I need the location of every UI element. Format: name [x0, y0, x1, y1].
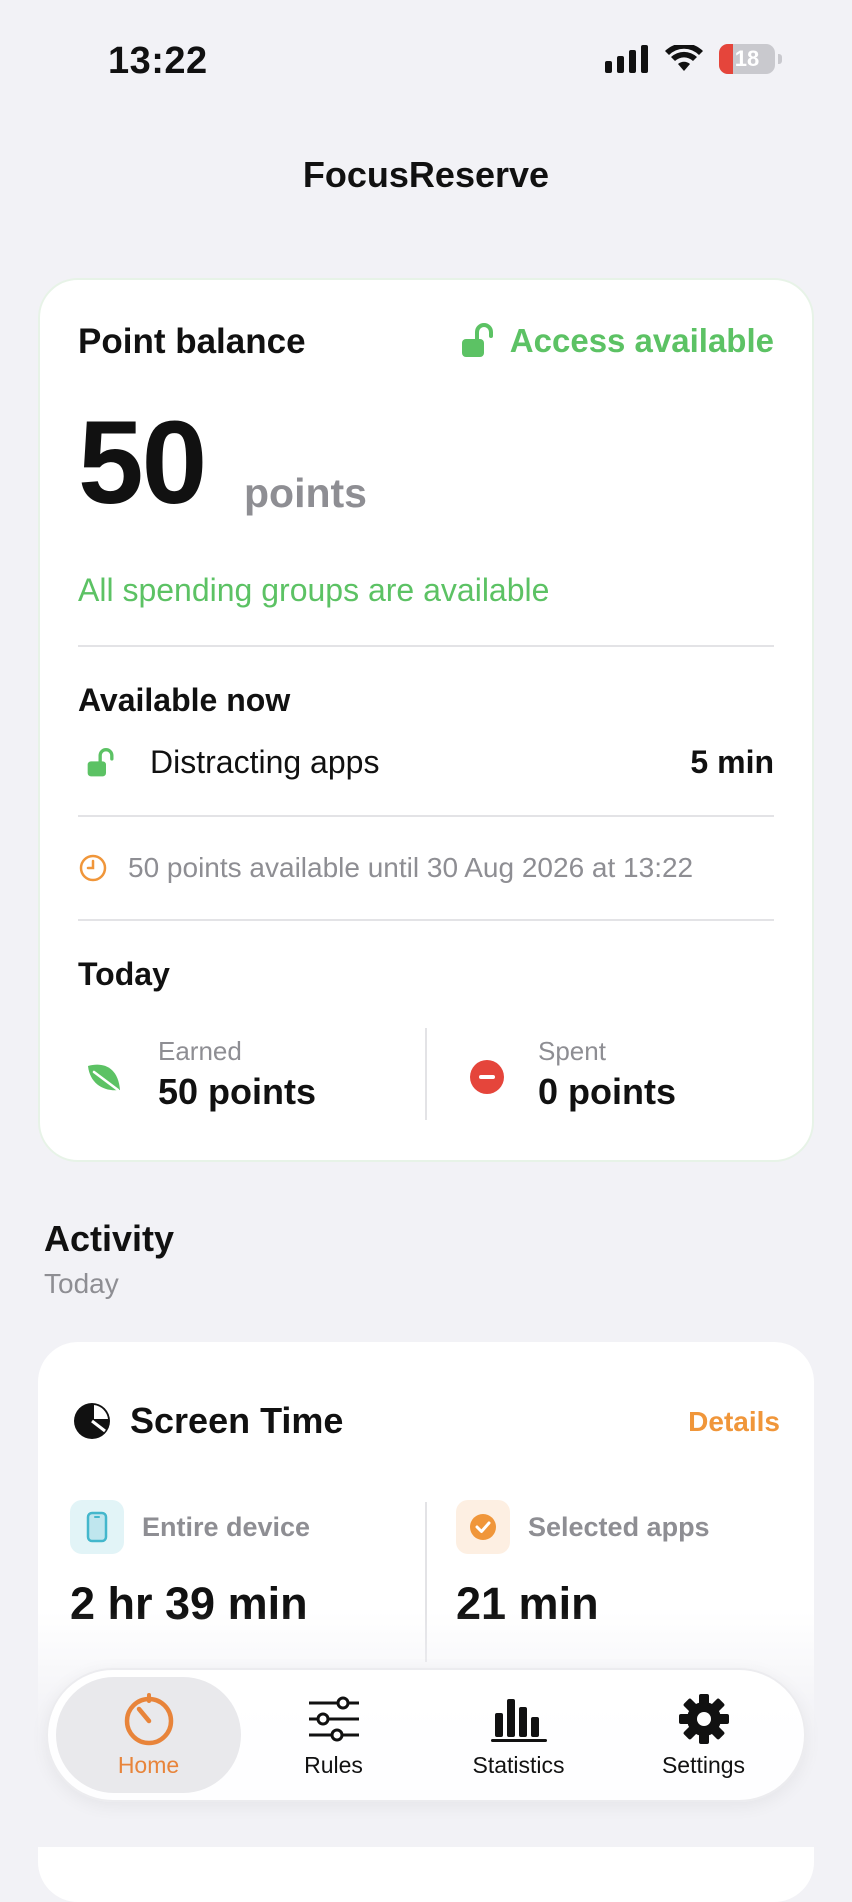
- spent-value: 0 points: [538, 1071, 677, 1112]
- available-item-distracting-apps[interactable]: Distracting apps 5 min: [86, 744, 774, 781]
- tab-home[interactable]: Home: [56, 1677, 241, 1793]
- selected-apps-label-row: Selected apps: [456, 1500, 710, 1554]
- divider: [78, 645, 774, 647]
- gear-icon: [678, 1693, 729, 1744]
- access-status: Access available: [460, 322, 774, 360]
- point-balance-title: Point balance: [78, 322, 306, 361]
- tab-home-label: Home: [117, 1751, 180, 1778]
- screen-time-header: Screen Time: [72, 1400, 343, 1442]
- entire-device-label: Entire device: [142, 1511, 311, 1542]
- wifi-icon: [665, 45, 703, 71]
- minus-circle-icon: [470, 1060, 504, 1094]
- spent-label: Spent: [538, 1036, 606, 1066]
- unlock-icon: [461, 323, 493, 357]
- activity-title: Activity: [44, 1218, 175, 1259]
- tab-statistics-label: Statistics: [472, 1751, 565, 1778]
- entire-device-label-row: Entire device: [70, 1500, 310, 1554]
- leaf-icon: [88, 1064, 120, 1092]
- tab-rules[interactable]: Rules: [241, 1677, 426, 1793]
- screen-time-title: Screen Time: [130, 1400, 344, 1441]
- available-item-duration: 5 min: [690, 744, 774, 780]
- check-circle-icon: [456, 1500, 510, 1554]
- battery-level: 18: [734, 46, 760, 71]
- tab-rules-label: Rules: [304, 1751, 363, 1778]
- today-title: Today: [78, 956, 170, 992]
- divider: [78, 815, 774, 817]
- earned-stat: Earned 50 points: [84, 1036, 316, 1113]
- divider: [78, 919, 774, 921]
- cellular-signal-icon: [605, 45, 648, 73]
- battery-icon: 18: [719, 44, 775, 74]
- tab-statistics[interactable]: Statistics: [426, 1677, 611, 1793]
- activity-subtitle: Today: [44, 1268, 119, 1299]
- access-status-label: Access available: [509, 322, 774, 359]
- earned-value: 50 points: [158, 1071, 317, 1112]
- expiry-note: 50 points available until 30 Aug 2026 at…: [78, 852, 693, 884]
- selected-apps-label: Selected apps: [528, 1511, 710, 1542]
- clock-icon: [79, 854, 107, 882]
- pie-chart-icon: [74, 1403, 110, 1439]
- tab-settings-label: Settings: [661, 1751, 746, 1778]
- tab-settings[interactable]: Settings: [611, 1677, 796, 1793]
- expiry-note-text: 50 points available until 30 Aug 2026 at…: [128, 852, 694, 883]
- tab-bar: Home Rules Statistics Settings: [46, 1668, 806, 1802]
- status-indicators: 18: [605, 44, 782, 74]
- unlock-icon: [87, 747, 114, 776]
- timer-icon: [124, 1692, 173, 1745]
- stat-separator: [425, 1028, 427, 1120]
- phone-icon: [70, 1500, 124, 1554]
- available-item-name: Distracting apps: [150, 744, 380, 780]
- spent-stat: Spent 0 points: [470, 1036, 676, 1113]
- spending-groups-status: All spending groups are available: [78, 572, 550, 608]
- sliders-icon: [308, 1696, 359, 1741]
- status-time: 13:22: [108, 40, 208, 82]
- available-now-title: Available now: [78, 682, 291, 718]
- bar-chart-icon: [490, 1698, 547, 1742]
- app-title: FocusReserve: [302, 154, 550, 195]
- details-button[interactable]: Details: [688, 1406, 780, 1438]
- earned-label: Earned: [158, 1036, 242, 1066]
- points-unit: points: [244, 470, 367, 516]
- points-value: 50: [78, 397, 207, 529]
